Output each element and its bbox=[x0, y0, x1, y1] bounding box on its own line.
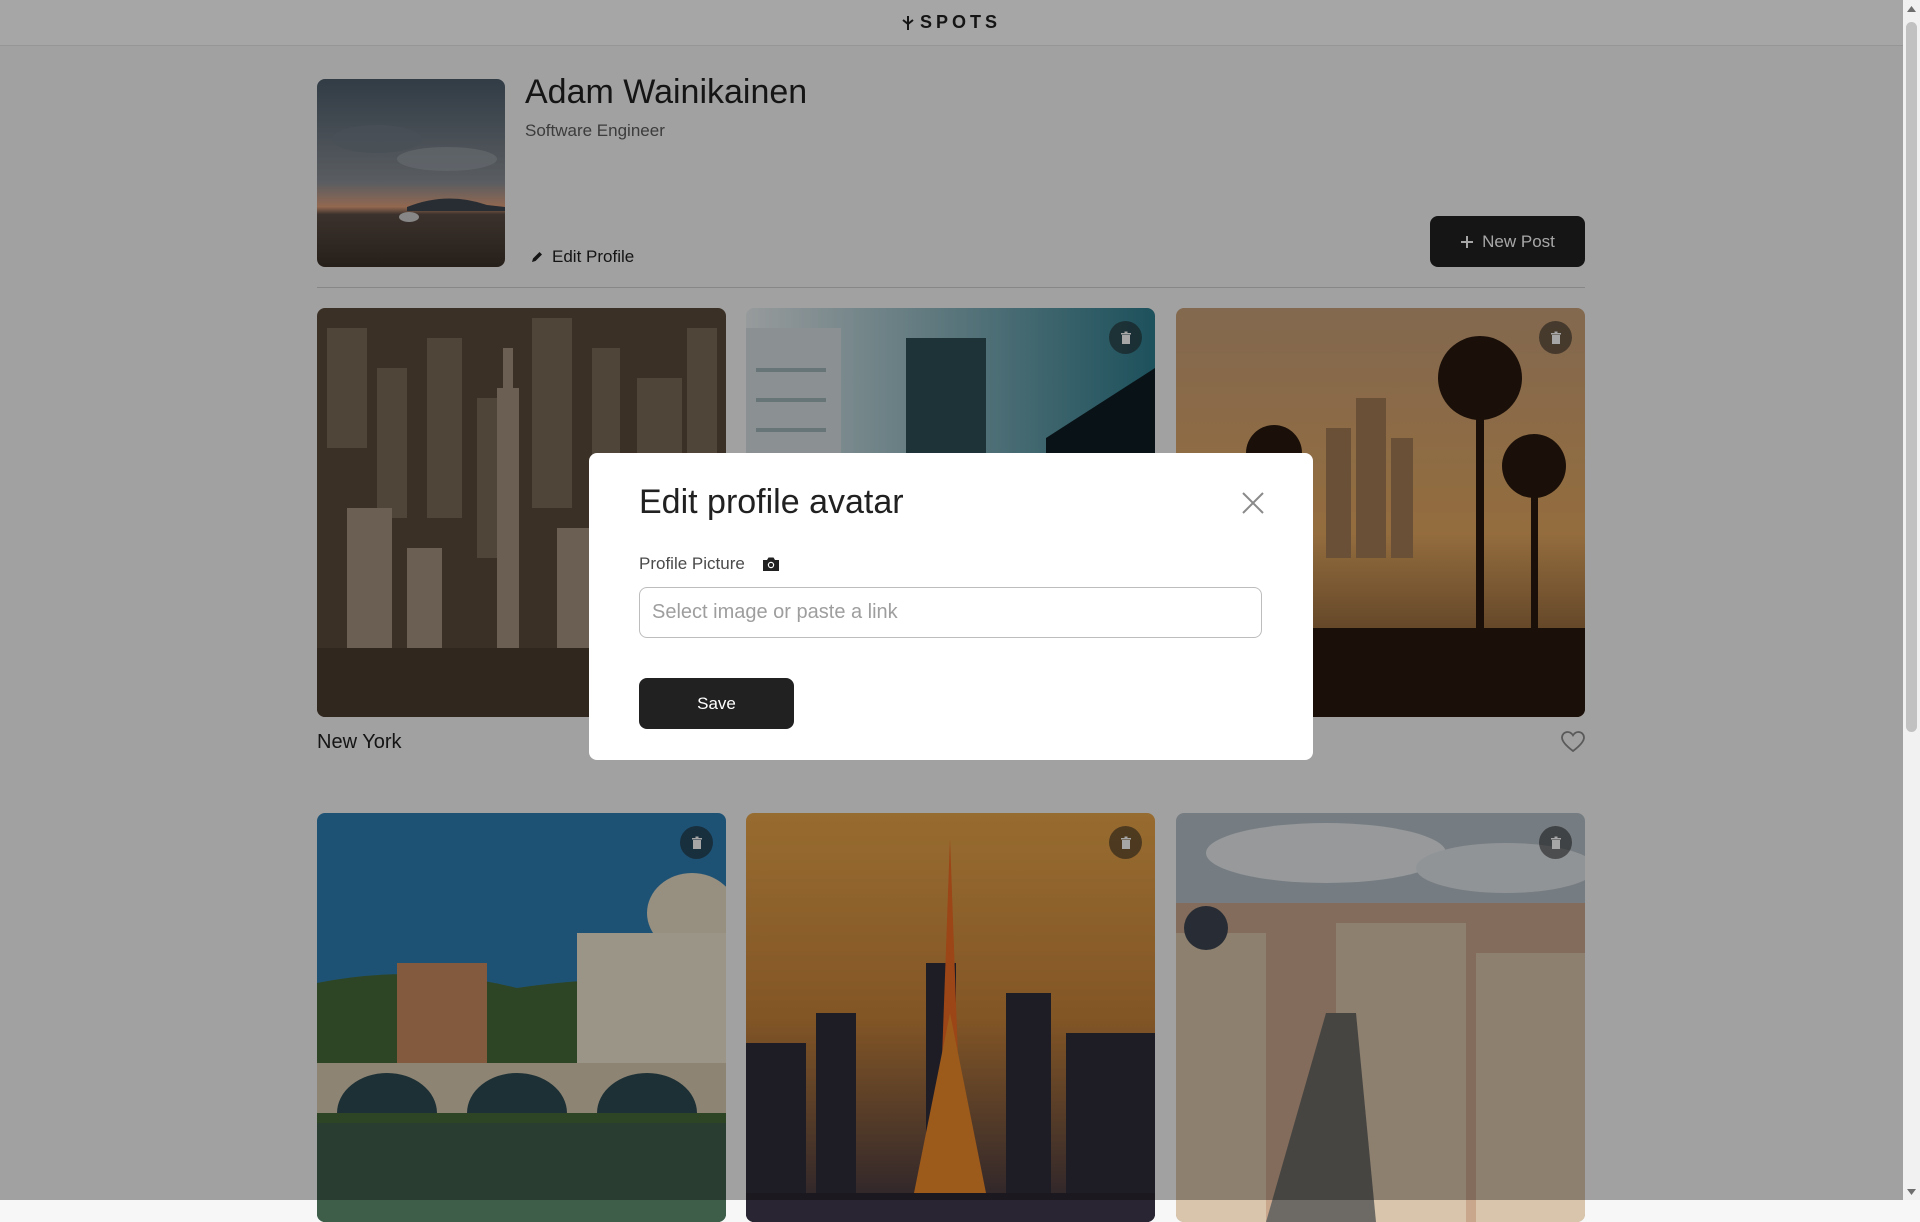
close-icon[interactable] bbox=[1240, 490, 1266, 516]
field-label-text: Profile Picture bbox=[639, 554, 745, 573]
scroll-down-arrow[interactable] bbox=[1903, 1183, 1920, 1200]
scroll-up-arrow[interactable] bbox=[1903, 0, 1920, 17]
avatar-link-input[interactable] bbox=[639, 587, 1262, 638]
modal-title: Edit profile avatar bbox=[639, 483, 904, 521]
scroll-thumb[interactable] bbox=[1906, 22, 1917, 732]
arrow-up-icon bbox=[1907, 5, 1916, 12]
camera-icon[interactable] bbox=[761, 555, 781, 573]
profile-picture-label: Profile Picture bbox=[639, 554, 781, 574]
scrollbar[interactable] bbox=[1903, 0, 1920, 1200]
edit-avatar-modal: Edit profile avatar Profile Picture Save bbox=[589, 453, 1313, 760]
arrow-down-icon bbox=[1907, 1188, 1916, 1195]
save-button[interactable]: Save bbox=[639, 678, 794, 729]
